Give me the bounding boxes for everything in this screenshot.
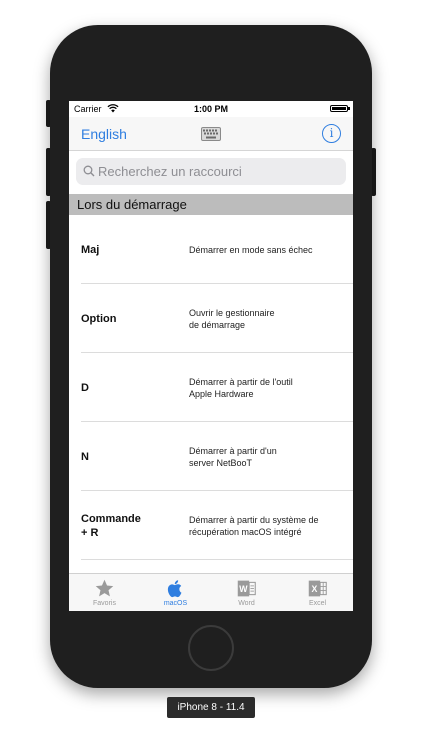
battery-icon — [330, 105, 350, 112]
shortcut-key: N — [81, 450, 89, 463]
svg-text:W: W — [239, 584, 248, 594]
shortcut-description: Démarrer en mode sans échec — [189, 244, 313, 255]
status-time: 1:00 PM — [193, 104, 228, 114]
list-item[interactable]: Maj Démarrer en mode sans échec — [81, 215, 353, 284]
shortcut-key: D — [81, 381, 89, 394]
shortcut-description: Démarrer à partir d'un server NetBooT — [189, 445, 277, 468]
search-icon — [83, 165, 95, 177]
section-header: Lors du démarrage — [69, 194, 353, 215]
home-button[interactable] — [188, 625, 234, 671]
shortcut-description: Démarrer à partir de l'outil Apple Hardw… — [189, 376, 293, 399]
search-area — [69, 151, 353, 193]
list-item[interactable]: N Démarrer à partir d'un server NetBooT — [81, 422, 353, 491]
list-item[interactable]: D Démarrer à partir de l'outil Apple Har… — [81, 353, 353, 422]
tab-label: Favoris — [93, 600, 116, 607]
shortcut-list[interactable]: Maj Démarrer en mode sans échec Option O… — [69, 215, 353, 573]
status-bar: Carrier 1:00 PM — [69, 101, 353, 117]
shortcut-key: Commande + R — [81, 512, 141, 539]
tab-macos[interactable]: macOS — [140, 574, 211, 611]
tab-label: Excel — [308, 600, 327, 607]
search-input[interactable] — [98, 158, 338, 185]
device-caption: iPhone 8 - 11.4 — [167, 697, 255, 718]
shortcut-key: Maj — [81, 243, 100, 256]
tab-excel[interactable]: X Excel — [282, 574, 353, 611]
shortcut-key: Option — [81, 312, 117, 325]
word-icon: W — [237, 580, 256, 597]
tab-label: Word — [238, 600, 255, 607]
list-item[interactable]: Commande + R Démarrer à partir du systèm… — [81, 491, 353, 560]
navigation-bar: English i — [69, 117, 353, 151]
tab-label: macOS — [163, 600, 188, 607]
apple-icon — [167, 580, 182, 598]
star-icon — [95, 579, 114, 597]
info-icon[interactable]: i — [322, 124, 341, 143]
simulator-stage: Carrier 1:00 PM English i Recherchez un … — [0, 0, 422, 750]
search-bar[interactable] — [76, 158, 346, 185]
keyboard-icon[interactable] — [201, 127, 221, 141]
language-button[interactable]: English — [81, 126, 127, 142]
shortcut-description: Ouvrir le gestionnaire de démarrage — [189, 307, 275, 330]
excel-icon: X — [308, 580, 327, 597]
tab-bar: Favoris macOS W Word X Excel — [69, 573, 353, 611]
svg-text:X: X — [312, 584, 318, 594]
list-item[interactable]: Option Ouvrir le gestionnaire de démarra… — [81, 284, 353, 353]
shortcut-description: Démarrer à partir du système de récupéra… — [189, 514, 319, 537]
tab-word[interactable]: W Word — [211, 574, 282, 611]
app-screen: Carrier 1:00 PM English i Recherchez un … — [69, 101, 353, 611]
tab-favoris[interactable]: Favoris — [69, 574, 140, 611]
